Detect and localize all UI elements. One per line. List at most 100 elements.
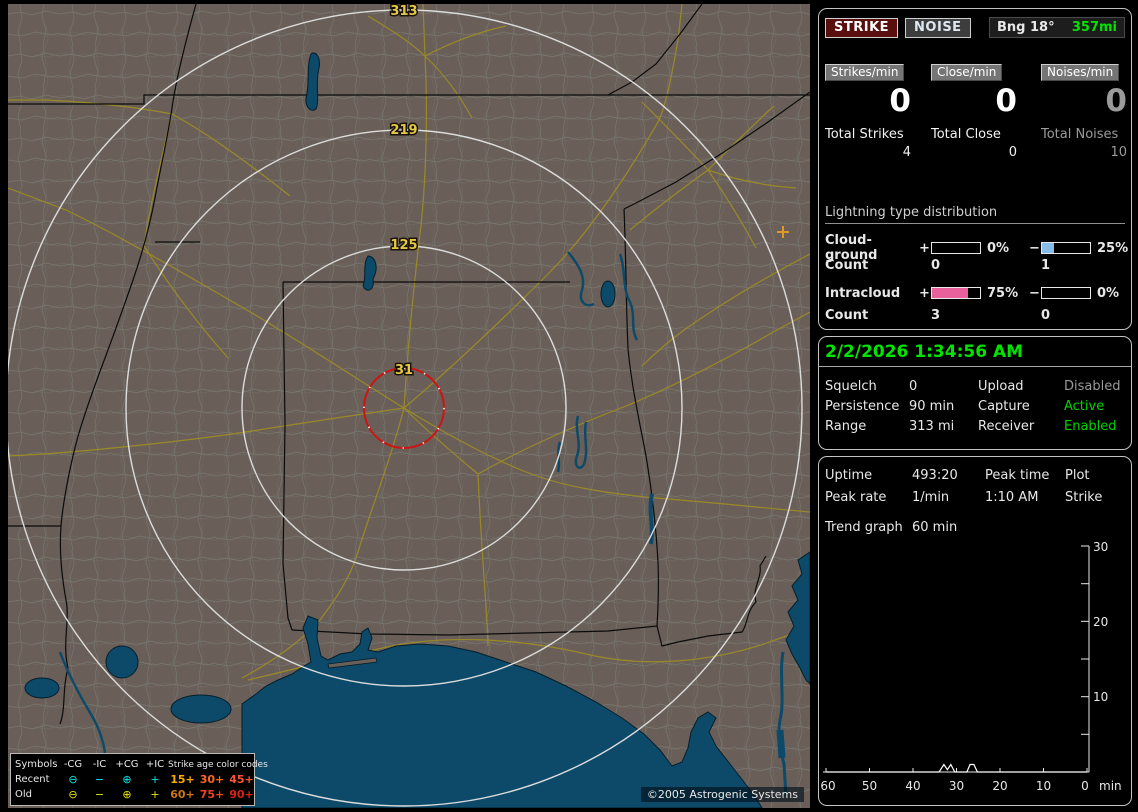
ring-label-313: 313 — [390, 4, 417, 19]
ic-count-label: Count — [825, 307, 869, 323]
y-tick-30: 30 — [1093, 540, 1108, 554]
strikes-per-min-button[interactable]: Strikes/min — [825, 64, 905, 81]
y-tick-20: 20 — [1093, 615, 1108, 629]
capture-value: Active — [1064, 398, 1105, 414]
noises-per-min-button[interactable]: Noises/min — [1041, 64, 1120, 81]
plus-sign: + — [919, 240, 930, 256]
intracloud-label: Intracloud — [825, 285, 901, 301]
strikes-counter-column: Strikes/min 0 Total Strikes 4 — [825, 64, 911, 160]
age-code-90: 90+ — [229, 788, 254, 801]
minus-sign: − — [1029, 240, 1040, 256]
copyright-notice: ©2005 Astrogenic Systems — [640, 787, 804, 802]
datetime-display: 2/2/2026 1:34:56 AM — [819, 337, 1131, 367]
ic-positive-pct: 75% — [987, 285, 1019, 301]
cg-count-label: Count — [825, 257, 869, 273]
legend-header-pos-ic: +IC — [145, 758, 165, 770]
intracloud-count-row: Count 3 0 — [825, 303, 1125, 327]
close-counter-column: Close/min 0 Total Close 0 — [931, 64, 1017, 160]
total-noises-value: 10 — [1110, 145, 1127, 160]
lightning-type-distribution: Lightning type distribution Cloud-ground… — [825, 205, 1128, 327]
legend-header-row: Symbols -CG -IC +CG +IC Strike age color… — [15, 757, 268, 772]
strike-mode-button[interactable]: STRIKE — [825, 17, 899, 38]
range-value: 313 mi — [909, 418, 955, 434]
total-strikes-value: 4 — [902, 145, 911, 160]
neg-cg-old-icon: ⊖ — [68, 788, 78, 801]
mode-button-row: STRIKE NOISE Bng 18° 357mi — [825, 17, 1125, 38]
x-tick-40: 40 — [905, 779, 920, 793]
cg-positive-bar — [931, 242, 981, 254]
map-viewport[interactable]: 31 125 219 313 Symbols -CG -IC +CG +IC S… — [8, 4, 810, 808]
legend-old-label: Old — [15, 789, 32, 800]
cloud-ground-count-row: Count 0 1 — [825, 253, 1125, 277]
status-row: Range 313 mi Receiver Enabled — [819, 416, 1131, 436]
ring-label-31: 31 — [395, 363, 413, 378]
y-tick-10: 10 — [1093, 690, 1108, 704]
trend-tick-labels: 30 20 10 60 50 40 30 20 10 0 min — [820, 540, 1121, 793]
ic-positive-bar — [931, 287, 981, 299]
capture-label: Capture — [978, 398, 1030, 414]
legend-header-symbols: Symbols — [15, 759, 58, 770]
cloud-ground-row: Cloud-ground + 0% − 25% — [825, 233, 1128, 263]
ic-negative-bar — [1041, 287, 1091, 299]
cg-negative-count: 1 — [1041, 257, 1051, 273]
squelch-value: 0 — [909, 378, 918, 394]
legend-header-age-codes: Strike age color codes — [168, 759, 268, 770]
neg-ic-recent-icon: − — [94, 773, 105, 786]
legend-old-row: Old ⊖ − ⊕ + 60+ 75+ 90+ — [15, 787, 254, 802]
trend-panel: Uptime 493:20 Peak time Plot Peak rate 1… — [818, 456, 1132, 806]
x-tick-30: 30 — [949, 779, 964, 793]
cg-positive-count: 0 — [931, 257, 941, 273]
ic-negative-count: 0 — [1041, 307, 1051, 323]
legend-header-neg-cg: -CG — [63, 758, 83, 770]
noises-per-min-value: 0 — [1105, 83, 1127, 119]
x-axis-unit: min — [1099, 779, 1122, 793]
strikes-per-min-value: 0 — [889, 83, 911, 119]
bearing-value: Bng 18° — [997, 20, 1055, 35]
total-close-value: 0 — [1008, 145, 1017, 160]
map-legend: Symbols -CG -IC +CG +IC Strike age color… — [10, 753, 268, 806]
legend-header-pos-cg: +CG — [115, 758, 139, 770]
total-strikes-label: Total Strikes — [825, 127, 904, 142]
legend-recent-row: Recent ⊖ − ⊕ + 15+ 30+ 45+ — [15, 772, 254, 787]
x-tick-50: 50 — [862, 779, 877, 793]
ic-positive-count: 3 — [931, 307, 941, 323]
squelch-label: Squelch — [825, 378, 877, 394]
receiver-value: Enabled — [1064, 418, 1117, 434]
persistence-label: Persistence — [825, 398, 900, 414]
age-code-30: 30+ — [199, 773, 225, 786]
close-per-min-value: 0 — [995, 83, 1017, 119]
cg-negative-pct: 25% — [1097, 240, 1129, 256]
range-label: Range — [825, 418, 867, 434]
trend-axes — [823, 545, 1090, 773]
noises-counter-column: Noises/min 0 Total Noises 10 — [1041, 64, 1127, 160]
ring-label-219: 219 — [390, 123, 417, 138]
minus-sign: − — [1029, 285, 1040, 301]
legend-header-neg-ic: -IC — [92, 758, 107, 770]
pos-ic-recent-icon: + — [150, 773, 160, 786]
plus-sign: + — [919, 285, 930, 301]
cg-positive-pct: 0% — [987, 240, 1010, 256]
x-tick-0: 0 — [1081, 779, 1089, 793]
status-row: Squelch 0 Upload Disabled — [819, 376, 1131, 396]
neg-cg-recent-icon: ⊖ — [68, 773, 78, 786]
status-row: Persistence 90 min Capture Active — [819, 396, 1131, 416]
close-per-min-button[interactable]: Close/min — [931, 64, 1003, 81]
neg-ic-old-icon: − — [94, 788, 105, 801]
pos-ic-old-icon: + — [150, 788, 160, 801]
age-code-15: 15+ — [170, 773, 195, 786]
distribution-title: Lightning type distribution — [825, 205, 1125, 224]
persistence-value: 90 min — [909, 398, 955, 414]
age-code-75: 75+ — [199, 788, 225, 801]
noise-mode-button[interactable]: NOISE — [905, 17, 971, 38]
x-tick-60: 60 — [820, 779, 835, 793]
trend-graph-chart: 30 20 10 60 50 40 30 20 10 0 min — [820, 540, 1121, 793]
bearing-range-value: 357mi — [1071, 20, 1117, 35]
x-tick-20: 20 — [992, 779, 1007, 793]
x-tick-10: 10 — [1036, 779, 1051, 793]
ic-negative-pct: 0% — [1097, 285, 1120, 301]
intracloud-row: Intracloud + 75% − 0% — [825, 283, 1125, 303]
strike-stats-panel: STRIKE NOISE Bng 18° 357mi Strikes/min 0… — [818, 8, 1132, 330]
age-code-45: 45+ — [229, 773, 254, 786]
total-noises-label: Total Noises — [1041, 127, 1119, 142]
map-canvas[interactable]: 31 125 219 313 — [8, 4, 810, 808]
